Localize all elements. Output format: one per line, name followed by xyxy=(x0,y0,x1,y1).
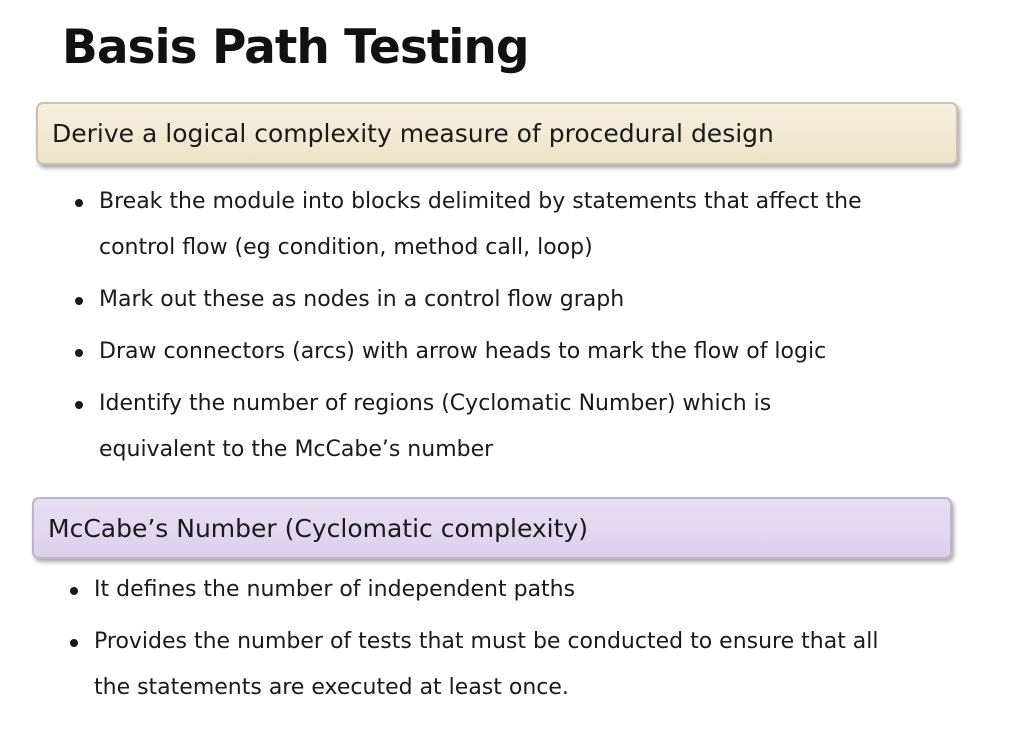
bullet-line: the statements are executed at least onc… xyxy=(94,675,569,700)
slide: Basis Path Testing Derive a logical comp… xyxy=(0,0,1034,734)
bullet-line: equivalent to the McCabe’s number xyxy=(99,437,494,462)
bullet-line: Break the module into blocks delimited b… xyxy=(99,189,862,214)
section-heading-text: McCabe’s Number (Cyclomatic complexity) xyxy=(48,513,588,543)
bullet-list-complexity-measure: Break the module into blocks delimited b… xyxy=(75,179,862,479)
section-heading-text: Derive a logical complexity measure of p… xyxy=(52,119,774,148)
bullet-list-mccabe-number: It defines the number of independent pat… xyxy=(70,567,879,717)
bullet-item: Provides the number of tests that must b… xyxy=(70,619,879,711)
bullet-dot-icon xyxy=(70,587,78,595)
slide-title: Basis Path Testing xyxy=(62,20,530,75)
bullet-line: Identify the number of regions (Cyclomat… xyxy=(99,391,772,416)
section-heading-mccabe-number: McCabe’s Number (Cyclomatic complexity) xyxy=(32,497,952,559)
bullet-dot-icon xyxy=(75,199,83,207)
bullet-item: Break the module into blocks delimited b… xyxy=(75,179,862,271)
bullet-line: It defines the number of independent pat… xyxy=(94,577,576,602)
bullet-line: Provides the number of tests that must b… xyxy=(94,629,879,654)
bullet-line: Draw connectors (arcs) with arrow heads … xyxy=(99,339,827,364)
bullet-dot-icon xyxy=(70,639,78,647)
bullet-item: It defines the number of independent pat… xyxy=(70,567,879,613)
bullet-dot-icon xyxy=(75,297,83,305)
bullet-line: control flow (eg condition, method call,… xyxy=(99,235,593,260)
bullet-item: Identify the number of regions (Cyclomat… xyxy=(75,381,862,473)
bullet-item: Draw connectors (arcs) with arrow heads … xyxy=(75,329,862,375)
bullet-line: Mark out these as nodes in a control flo… xyxy=(99,287,625,312)
section-heading-complexity-measure: Derive a logical complexity measure of p… xyxy=(36,102,958,165)
bullet-item: Mark out these as nodes in a control flo… xyxy=(75,277,862,323)
bullet-dot-icon xyxy=(75,401,83,409)
bullet-dot-icon xyxy=(75,349,83,357)
